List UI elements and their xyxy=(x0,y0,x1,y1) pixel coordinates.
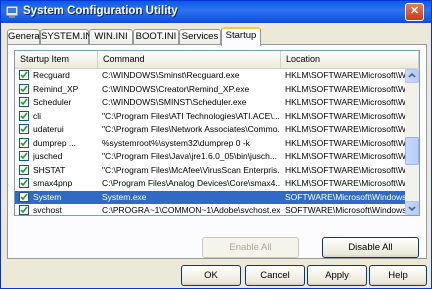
tab-boot-ini[interactable]: BOOT.INI xyxy=(133,29,179,45)
startup-item-location: SOFTWARE\Microsoft\Windows\Curr xyxy=(285,191,405,202)
list-rows: Recguard C:\WINDOWS\Sminst\Recguard.exe HK… xyxy=(15,69,405,215)
startup-item-command: C:\WINDOWS\SMINST\Scheduler.exe xyxy=(102,97,247,107)
scroll-thumb[interactable] xyxy=(405,137,419,165)
startup-item-name: udaterui xyxy=(33,124,64,134)
apply-button[interactable]: Apply xyxy=(307,265,367,286)
checkmark-icon xyxy=(20,98,28,106)
help-button[interactable]: Help xyxy=(369,265,427,286)
startup-item-location: HKLM\SOFTWARE\Microsoft\Window xyxy=(285,137,405,148)
checkmark-icon xyxy=(20,179,28,187)
column-header-command[interactable]: Command xyxy=(98,51,281,68)
startup-item-location: HKLM\SOFTWARE\Microsoft\Window xyxy=(285,124,405,134)
startup-item-location: HKLM\SOFTWARE\Microsoft\Window xyxy=(285,151,405,161)
startup-item-location: HKLM\SOFTWARE\Microsoft\Window xyxy=(285,70,405,80)
cancel-button[interactable]: Cancel xyxy=(245,265,305,286)
startup-item-checkbox[interactable] xyxy=(19,97,29,107)
startup-item-command: "C:\Program Files\ATI Technologies\ATI.A… xyxy=(102,110,280,121)
startup-item-location: HKLM\SOFTWARE\Microsoft\Window xyxy=(285,83,405,94)
startup-item-name: Scheduler xyxy=(33,97,72,107)
msconfig-app-icon xyxy=(5,5,19,18)
vertical-scrollbar[interactable] xyxy=(405,69,419,215)
table-row[interactable]: jusched "C:\Program Files\Java\jre1.6.0_0… xyxy=(15,150,405,164)
system-configuration-window: System Configuration Utility ✕ General S… xyxy=(0,0,432,289)
scroll-up-button[interactable] xyxy=(405,69,419,83)
startup-item-checkbox[interactable] xyxy=(19,191,29,202)
startup-item-name: System xyxy=(33,191,62,202)
column-header-location[interactable]: Location xyxy=(281,51,419,68)
table-row[interactable]: System System.exe SOFTWARE\Microsoft\Windo… xyxy=(15,190,405,204)
startup-item-location: HKLM\SOFTWARE\Microsoft\Window xyxy=(285,164,405,175)
startup-item-command: "C:\Program Files\McAfee\VirusScan Enter… xyxy=(102,164,280,175)
tab-win-ini[interactable]: WIN.INI xyxy=(89,29,133,45)
checkmark-icon xyxy=(20,206,28,214)
enable-all-button[interactable]: Enable All xyxy=(202,237,299,258)
table-row[interactable]: Remind_XP C:\WINDOWS\Creator\Remind_XP.ex… xyxy=(15,83,405,97)
startup-item-command: C:\WINDOWS\Sminst\Recguard.exe xyxy=(102,70,240,80)
startup-item-checkbox[interactable] xyxy=(19,137,29,148)
startup-item-command: System.exe xyxy=(102,191,147,202)
startup-item-checkbox[interactable] xyxy=(19,151,29,161)
startup-item-checkbox[interactable] xyxy=(19,178,29,188)
checkmark-icon xyxy=(20,85,28,92)
scroll-down-button[interactable] xyxy=(405,201,419,215)
list-header: Startup Item Command Location xyxy=(15,51,419,69)
window-title: System Configuration Utility xyxy=(23,5,178,17)
startup-item-checkbox[interactable] xyxy=(19,110,29,121)
startup-item-name: SHSTAT xyxy=(33,164,66,175)
checkmark-icon xyxy=(20,112,28,119)
startup-item-name: Recguard xyxy=(33,70,70,80)
startup-item-checkbox[interactable] xyxy=(19,70,29,80)
table-row[interactable]: Recguard C:\WINDOWS\Sminst\Recguard.exe HK… xyxy=(15,69,405,83)
checkmark-icon xyxy=(20,166,28,173)
startup-item-checkbox[interactable] xyxy=(19,205,29,215)
startup-item-checkbox[interactable] xyxy=(19,164,29,175)
tab-general[interactable]: General xyxy=(7,29,42,45)
table-row[interactable]: Scheduler C:\WINDOWS\SMINST\Scheduler.exe… xyxy=(15,96,405,110)
startup-item-name: smax4pnp xyxy=(33,178,73,188)
startup-item-checkbox[interactable] xyxy=(19,83,29,94)
startup-item-name: svchost xyxy=(33,205,62,215)
checkmark-icon xyxy=(20,152,28,160)
startup-item-command: %systemroot%\system32\dumprep 0 -k xyxy=(102,137,250,148)
checkmark-icon xyxy=(20,139,28,146)
scroll-down-arrow-icon xyxy=(408,206,416,212)
startup-item-location: SOFTWARE\Microsoft\Windows NT\ xyxy=(285,205,405,215)
close-icon: ✕ xyxy=(409,5,420,17)
table-row[interactable]: SHSTAT "C:\Program Files\McAfee\VirusScan… xyxy=(15,164,405,178)
startup-item-name: jusched xyxy=(33,151,63,161)
startup-tab-panel: Startup Item Command Location Recguard C:… xyxy=(7,44,427,259)
checkmark-icon xyxy=(20,193,28,200)
ok-button[interactable]: OK xyxy=(181,265,241,286)
startup-item-location: HKLM\SOFTWARE\Microsoft\Window xyxy=(285,110,405,121)
disable-all-button[interactable]: Disable All xyxy=(322,237,419,258)
startup-item-command: "C:\Program Files\Network Associates\Com… xyxy=(102,124,280,134)
table-row[interactable]: udaterui "C:\Program Files\Network Associ… xyxy=(15,123,405,137)
startup-item-checkbox[interactable] xyxy=(19,124,29,134)
startup-item-name: Remind_XP xyxy=(33,83,79,94)
title-bar[interactable]: System Configuration Utility ✕ xyxy=(1,1,431,23)
startup-item-command: C:\Program Files\Analog Devices\Core\sma… xyxy=(102,178,280,188)
close-button[interactable]: ✕ xyxy=(405,3,424,21)
checkmark-icon xyxy=(20,71,28,79)
startup-item-command: "C:\Program Files\Java\jre1.6.0_05\bin\j… xyxy=(102,151,277,161)
startup-item-location: HKLM\SOFTWARE\Microsoft\Window xyxy=(285,97,405,107)
startup-item-location: HKLM\SOFTWARE\Microsoft\Window xyxy=(285,178,405,188)
checkmark-icon xyxy=(20,125,28,133)
tab-services[interactable]: Services xyxy=(179,29,221,45)
scroll-up-arrow-icon xyxy=(408,72,416,78)
column-header-startup-item[interactable]: Startup Item xyxy=(15,51,98,68)
tab-system-ini[interactable]: SYSTEM.INI xyxy=(40,29,95,45)
startup-item-name: dumprep ... xyxy=(33,137,76,148)
table-row[interactable]: smax4pnp C:\Program Files\Analog Devices\… xyxy=(15,177,405,191)
startup-item-command: C:\PROGRA~1\COMMON~1\Adobe\svchost.exe xyxy=(102,205,280,215)
startup-items-list[interactable]: Startup Item Command Location Recguard C:… xyxy=(14,50,420,216)
table-row[interactable]: dumprep ... %systemroot%\system32\dumprep… xyxy=(15,137,405,151)
table-row[interactable]: cli "C:\Program Files\ATI Technologies\AT… xyxy=(15,110,405,124)
startup-item-name: cli xyxy=(33,110,42,121)
table-row[interactable]: svchost C:\PROGRA~1\COMMON~1\Adobe\svchos… xyxy=(15,204,405,215)
startup-item-command: C:\WINDOWS\Creator\Remind_XP.exe xyxy=(102,83,250,94)
tab-startup[interactable]: Startup xyxy=(221,27,261,46)
